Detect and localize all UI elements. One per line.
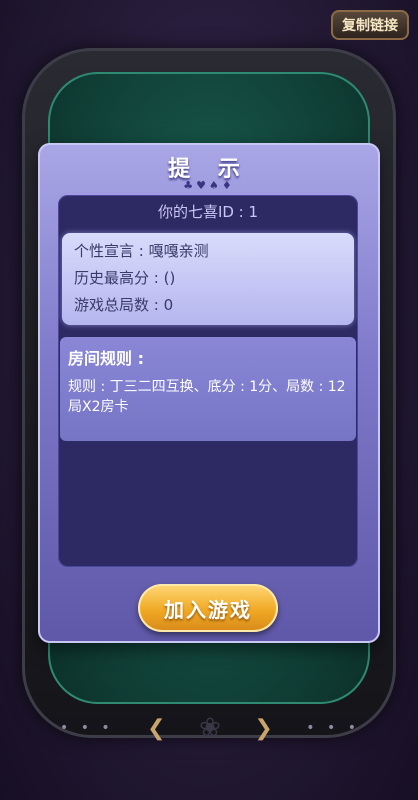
chevron-left-icon: ❮: [147, 715, 166, 741]
emblem-icon: ❀: [199, 713, 221, 743]
room-rules-title: 房间规则 :: [68, 349, 144, 368]
room-rules-card: 房间规则 : 规则 : 丁三二四互换、底分 : 1分、局数 : 12局X2房卡: [60, 337, 356, 441]
card-suits-icon: ♣♥♠♦: [183, 179, 235, 192]
motto-text: 个性宣言 : 嘎嘎亲测: [74, 242, 209, 260]
high-score-text: 历史最高分 : (): [74, 269, 176, 287]
join-game-button[interactable]: 加入游戏: [138, 584, 278, 632]
room-rules-text: 规则 : 丁三二四互换、底分 : 1分、局数 : 12局X2房卡: [68, 379, 346, 415]
profile-card: 个性宣言 : 嘎嘎亲测 历史最高分 : () 游戏总局数 : 0: [62, 233, 354, 325]
chevron-right-icon: ❯: [254, 715, 273, 741]
table-footer: • • • ❮ ❀ ❯ • • •: [60, 708, 360, 748]
total-games-text: 游戏总局数 : 0: [74, 296, 174, 314]
copy-link-button[interactable]: 复制链接: [331, 10, 409, 40]
dots-decoration: • • •: [60, 720, 114, 736]
hint-dialog: 提 示 ♣♥♠♦ 你的七喜ID : 1 个性宣言 : 嘎嘎亲测 历史最高分 : …: [38, 143, 380, 643]
dialog-content-panel: 你的七喜ID : 1 个性宣言 : 嘎嘎亲测 历史最高分 : () 游戏总局数 …: [58, 195, 358, 567]
user-id-label: 你的七喜ID : 1: [157, 203, 259, 221]
dots-decoration: • • •: [306, 720, 360, 736]
